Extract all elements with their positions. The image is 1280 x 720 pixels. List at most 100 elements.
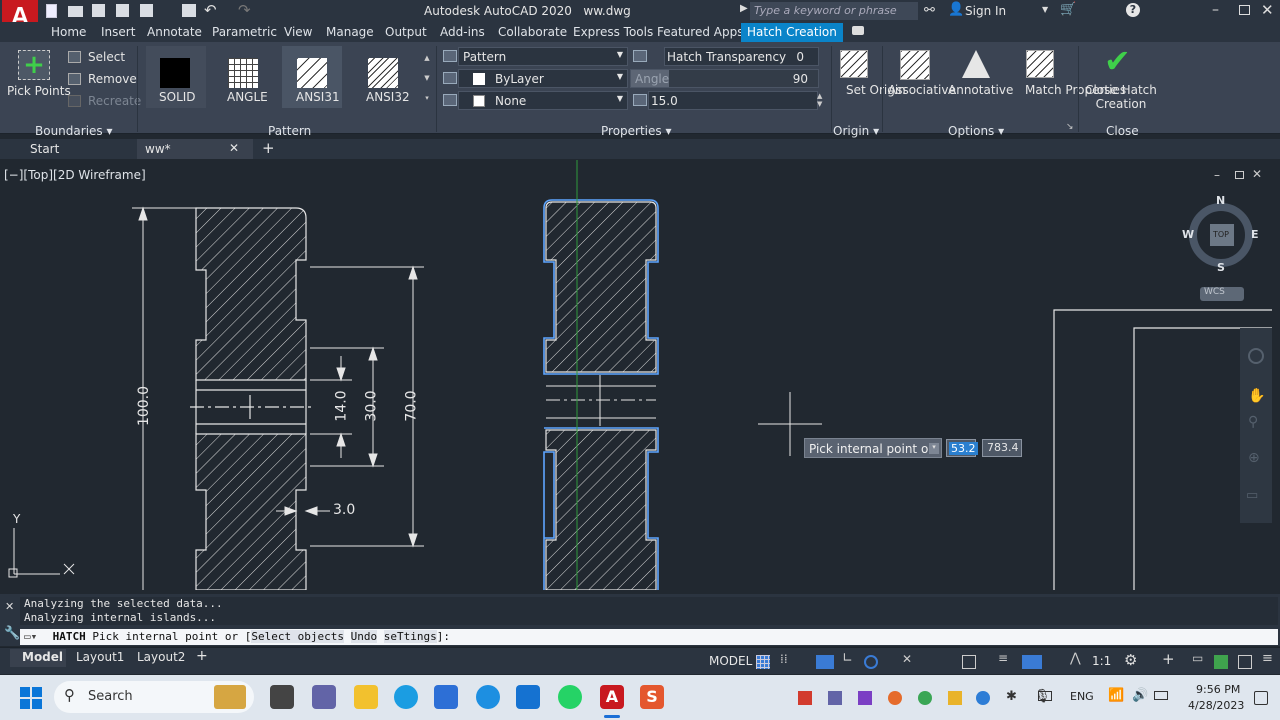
hatch-color-select[interactable]: ByLayer ▼ [458, 69, 628, 88]
set-origin-button[interactable]: Set Origin [836, 46, 906, 114]
new-tab-icon[interactable]: + [262, 139, 275, 157]
annotation-scale-icon[interactable]: ⋀ [1070, 651, 1084, 666]
down-arrow-icon[interactable]: ▾ [929, 443, 939, 454]
scale-stepper-icon[interactable]: ▲ ▼ [817, 92, 822, 108]
tab-annotate[interactable]: Annotate [147, 25, 202, 39]
add-icon[interactable]: + [1162, 650, 1176, 668]
option-undo[interactable]: Undo [350, 630, 378, 643]
clock-date[interactable]: 4/28/2023 [1188, 699, 1244, 712]
restore-icon[interactable] [1239, 5, 1250, 15]
close-window-icon[interactable]: ✕ [1261, 1, 1274, 19]
sign-in-button[interactable]: Sign In [965, 4, 1006, 18]
orbit-icon[interactable]: ⊕ [1248, 450, 1260, 466]
edge-icon[interactable] [394, 685, 418, 709]
pattern-solid[interactable]: SOLID [146, 46, 206, 108]
add-layout-icon[interactable]: + [196, 648, 208, 664]
task-view-icon[interactable] [270, 685, 294, 709]
app-blue-icon[interactable] [476, 685, 500, 709]
tab-view[interactable]: View [284, 25, 312, 39]
hatch-type-select[interactable]: Pattern ▼ [458, 47, 628, 66]
fullscreen-icon[interactable] [1238, 655, 1252, 669]
help-icon[interactable]: ? [1126, 3, 1140, 17]
recreate-button[interactable]: Recreate [88, 94, 141, 108]
tab-current-drawing[interactable]: ww* ✕ [137, 139, 253, 159]
minimize-icon[interactable]: – [1212, 2, 1219, 18]
clock-time[interactable]: 9:56 PM [1196, 683, 1240, 696]
web-mobile-icon[interactable] [140, 4, 153, 17]
tab-add-ins[interactable]: Add-ins [440, 25, 485, 39]
select-button[interactable]: Select [88, 50, 125, 64]
tab-layout1[interactable]: Layout1 [76, 650, 124, 664]
tray-app-purple-icon[interactable] [858, 691, 872, 705]
video-icon[interactable] [852, 26, 864, 35]
osnap-icon[interactable] [962, 655, 976, 669]
tab-model[interactable]: Model [10, 649, 66, 667]
polar-icon[interactable] [864, 655, 878, 669]
tab-insert[interactable]: Insert [101, 25, 135, 39]
notification-icon[interactable] [1254, 691, 1268, 705]
store-icon[interactable] [434, 685, 458, 709]
binoculars-icon[interactable]: ⚯ [924, 3, 935, 18]
ortho-icon[interactable]: ∟ [842, 651, 856, 666]
infer-constraints-icon[interactable] [816, 655, 834, 669]
origin-panel-label[interactable]: Origin ▾ [833, 124, 879, 138]
close-hatch-creation-button[interactable]: ✔ Close Hatch Creation [1080, 42, 1162, 114]
viewcube-north[interactable]: N [1216, 194, 1225, 207]
pattern-angle[interactable]: ANGLE [214, 46, 274, 108]
presentation-app-icon[interactable]: S [640, 685, 664, 709]
transparency-field[interactable]: Hatch Transparency 0 [664, 47, 819, 66]
volume-icon[interactable]: 🔊 [1132, 688, 1148, 703]
customize-icon[interactable]: ≡ [1262, 651, 1276, 666]
drawing-viewport[interactable]: [−][Top][2D Wireframe] – ✕ 100.0 14.0 30… [0, 160, 1280, 590]
workspace-gear-icon[interactable]: ⚙ [1124, 651, 1138, 669]
signin-dropdown-icon[interactable]: ▼ [1042, 5, 1048, 14]
pattern-ansi31[interactable]: ANSI31 [282, 46, 342, 108]
redo-icon[interactable]: ↷ [238, 1, 251, 19]
viewcube-west[interactable]: W [1182, 228, 1194, 241]
tray-app-red-icon[interactable] [798, 691, 812, 705]
user-icon[interactable]: 👤 [948, 2, 964, 17]
language-indicator[interactable]: ENG [1070, 690, 1094, 703]
tab-layout2[interactable]: Layout2 [137, 650, 185, 664]
undo-icon[interactable]: ↶ [204, 1, 217, 19]
pattern-ansi32[interactable]: ANSI32 [352, 46, 414, 108]
close-command-icon[interactable]: ✕ [5, 600, 14, 613]
nav-wheel-icon[interactable] [1248, 348, 1264, 364]
viewcube-south[interactable]: S [1217, 261, 1225, 274]
showmotion-icon[interactable]: ▭ [1246, 488, 1258, 503]
pick-points-button[interactable]: + Pick Points [4, 46, 71, 102]
tab-manage[interactable]: Manage [326, 25, 374, 39]
close-tab-icon[interactable]: ✕ [229, 141, 239, 155]
save-icon[interactable] [92, 4, 105, 17]
taskbar-search[interactable]: ⚲ Search [54, 681, 254, 713]
keyboard-icon[interactable] [1038, 691, 1052, 701]
command-prompt-icon[interactable]: ▭▾ [20, 629, 46, 645]
autocad-taskbar-icon[interactable]: A [600, 685, 624, 709]
new-icon[interactable] [46, 4, 57, 18]
command-settings-icon[interactable]: 🔧 [4, 626, 20, 641]
lineweight-icon[interactable]: ≡ [998, 651, 1012, 665]
windows-start-icon[interactable] [20, 687, 42, 709]
annotation-scale[interactable]: 1:1 [1092, 654, 1111, 668]
wcs-menu[interactable]: WCS [1200, 287, 1244, 301]
bluetooth-icon[interactable]: ✱ [1006, 689, 1020, 704]
plot-icon[interactable] [182, 4, 196, 17]
tray-app-blue-icon[interactable] [976, 691, 990, 705]
pan-icon[interactable]: ✋ [1248, 388, 1265, 404]
option-settings[interactable]: seTtings [383, 630, 437, 643]
boundaries-panel-label[interactable]: Boundaries ▾ [35, 124, 113, 138]
grid-icon[interactable] [756, 655, 770, 669]
teams-icon[interactable] [312, 685, 336, 709]
background-color-select[interactable]: None ▼ [458, 91, 628, 110]
search-input[interactable]: Type a keyword or phrase [750, 2, 918, 20]
tab-parametric[interactable]: Parametric [212, 25, 277, 39]
tray-app-orange-icon[interactable] [888, 691, 902, 705]
mail-icon[interactable] [516, 685, 540, 709]
viewcube-top[interactable]: TOP [1213, 230, 1229, 239]
tab-featured-apps[interactable]: Featured Apps [657, 25, 743, 39]
option-select-objects[interactable]: Select objects [251, 630, 345, 643]
associative-button[interactable]: Associative [886, 46, 956, 106]
annotation-visibility-icon[interactable] [1022, 655, 1042, 669]
hardware-acceleration-icon[interactable]: ▭ [1192, 651, 1206, 665]
open-icon[interactable] [68, 6, 83, 17]
